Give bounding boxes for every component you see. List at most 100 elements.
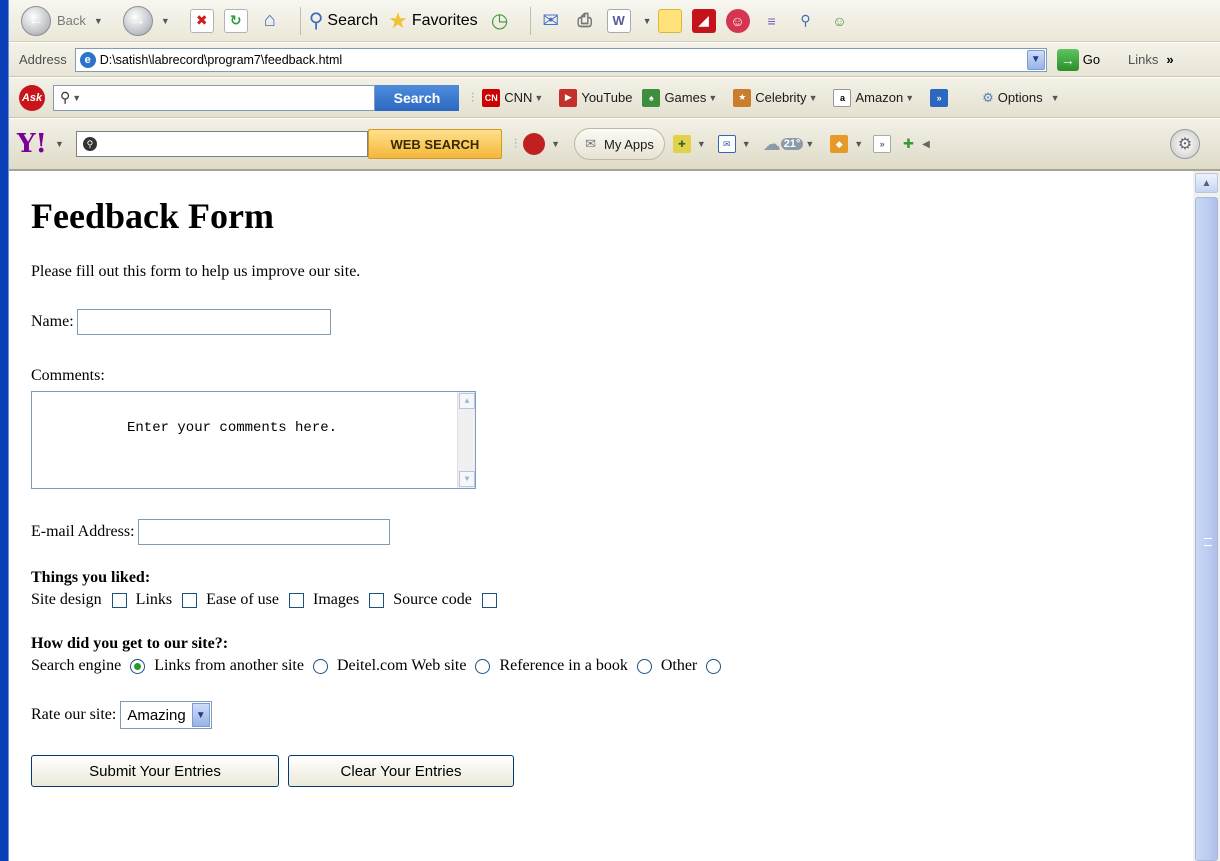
chevron-down-icon: ▼ [93,15,103,26]
history-icon[interactable]: ◷ [488,9,512,33]
scrollbar-thumb[interactable] [1195,197,1218,861]
links-label[interactable]: Links [1128,52,1158,67]
link-games[interactable]: ♠ Games ▼ [642,88,723,107]
ask-options-button[interactable]: ⚙ Options ▼ [982,90,1065,106]
weather-widget[interactable]: ☁ 21° ▼ [763,134,821,155]
zoom-icon[interactable]: ⚲ [794,9,818,33]
games-icon: ♠ [642,88,661,107]
submit-button[interactable]: Submit Your Entries [31,755,279,787]
people-icon[interactable]: ☺ [828,9,852,33]
chevron-down-icon[interactable]: ▼ [551,139,560,149]
link-cnn[interactable]: CN CNN ▼ [482,88,549,107]
favorites-button[interactable]: ★ Favorites [388,8,478,34]
link-celebrity[interactable]: ★ Celebrity ▼ [733,88,823,107]
my-apps-button[interactable]: ✉ My Apps [574,128,665,160]
web-search-button[interactable]: WEB SEARCH [367,129,502,159]
comments-textarea[interactable]: Enter your comments here. ▲ ▼ [31,391,476,489]
more-links-icon[interactable]: » [930,88,949,107]
star-icon: ★ [388,7,408,33]
how-book-radio[interactable] [636,658,652,674]
how-links-radio[interactable] [312,658,328,674]
ask-search-input[interactable]: ⚲ ▼ [53,84,375,111]
yahoo-search-input[interactable]: ⚲ [75,131,368,157]
email-input[interactable] [137,519,390,545]
scroll-up-icon[interactable]: ▲ [1195,173,1218,193]
how-deitel-radio[interactable] [475,658,491,674]
gear-icon[interactable]: ⚙ [1170,129,1200,159]
back-label: Back [57,13,86,28]
more-icon[interactable]: » [873,135,892,153]
link-celebrity-label: Celebrity [755,90,807,105]
go-button[interactable]: Go [1083,52,1100,67]
back-button[interactable]: ← Back ▼ [21,5,109,36]
link-amazon[interactable]: a Amazon ▼ [833,88,920,107]
stop-icon[interactable]: ✖ [189,8,214,33]
how-other-radio[interactable] [706,658,722,674]
puzzle-icon[interactable]: ◆ [830,135,849,153]
liked-site-design-checkbox[interactable] [111,592,127,608]
chevron-down-icon[interactable]: ▼ [55,139,64,149]
liked-links-checkbox[interactable] [182,592,198,608]
apps-icon: ✉ [585,136,596,151]
liked-images-checkbox[interactable] [369,592,385,608]
note-icon[interactable] [657,8,682,33]
how-options: Search engine Links from another site De… [31,657,1191,675]
chevron-down-icon: ▼ [808,92,818,103]
liked-links-label: Links [135,591,173,608]
how-other-label: Other [660,657,698,674]
link-youtube[interactable]: ▶ YouTube [559,88,633,107]
edit-icon[interactable]: W [606,8,631,33]
liked-site-design-label: Site design [31,591,102,608]
more-links-icon[interactable]: » [1166,52,1173,67]
chevron-down-icon: ▼ [805,139,815,149]
link-amazon-label: Amazon [855,90,904,105]
chevron-down-icon: ▼ [905,92,915,103]
chevron-left-icon[interactable]: ◀ [922,139,930,150]
add-icon[interactable]: ✚ [903,136,914,152]
messenger-icon[interactable]: ☺ [725,8,750,33]
pdf-icon[interactable]: ◢ [691,8,716,33]
chevron-down-icon[interactable]: ▼ [742,139,751,149]
my-apps-label: My Apps [603,136,654,152]
yahoo-logo[interactable]: Y! [17,129,47,159]
ask-logo[interactable]: Ask [19,84,45,111]
page-title: Feedback Form [31,196,274,236]
refresh-icon[interactable]: ↻ [223,8,248,33]
link-games-label: Games [664,90,707,105]
forward-button[interactable]: → ▼ [122,5,176,36]
search-icon: ⚲ [82,137,97,151]
chevron-down-icon[interactable]: ▼ [854,139,863,149]
search-button[interactable]: ⚲ Search [309,8,378,33]
how-book-label: Reference in a book [499,657,628,674]
how-search-engine-radio[interactable] [130,658,146,674]
clear-button[interactable]: Clear Your Entries [288,755,514,787]
textarea-scrollbar[interactable]: ▲ ▼ [457,392,475,488]
scroll-up-icon[interactable]: ▲ [459,393,475,409]
home-icon[interactable]: ⌂ [258,9,282,33]
address-url: D:\satish\labrecord\program7\feedback.ht… [99,52,343,67]
back-arrow-icon: ← [21,5,51,36]
mail-icon[interactable]: ✉ [717,135,736,153]
ask-search-button[interactable]: Search [375,84,459,111]
page-scrollbar[interactable]: ▲ [1193,171,1220,861]
mail-icon[interactable]: ✉ [539,9,563,33]
address-input[interactable]: e D:\satish\labrecord\program7\feedback.… [74,47,1047,72]
liked-source-checkbox[interactable] [481,592,497,608]
bookmark-add-icon[interactable]: ✚ [672,135,691,153]
link-youtube-label: YouTube [581,90,633,105]
scroll-down-icon[interactable]: ▼ [459,471,475,487]
print-icon[interactable]: ⎙ [573,9,597,33]
chevron-down-icon[interactable]: ▼ [697,139,706,149]
rate-select[interactable]: Amazing ▼ [120,701,212,729]
name-input[interactable] [76,309,331,335]
go-arrow-icon[interactable]: → [1056,48,1079,71]
chevron-down-icon[interactable]: ▼ [1026,49,1045,70]
liked-ease-checkbox[interactable] [288,592,304,608]
how-search-engine-label: Search engine [31,657,122,674]
comments-label: Comments: [31,367,105,384]
chevron-down-icon[interactable]: ▼ [643,16,652,26]
rate-label: Rate our site: [31,706,117,723]
research-icon[interactable]: ≡ [760,9,784,33]
liked-images-label: Images [312,591,360,608]
antivirus-icon[interactable] [523,133,546,155]
